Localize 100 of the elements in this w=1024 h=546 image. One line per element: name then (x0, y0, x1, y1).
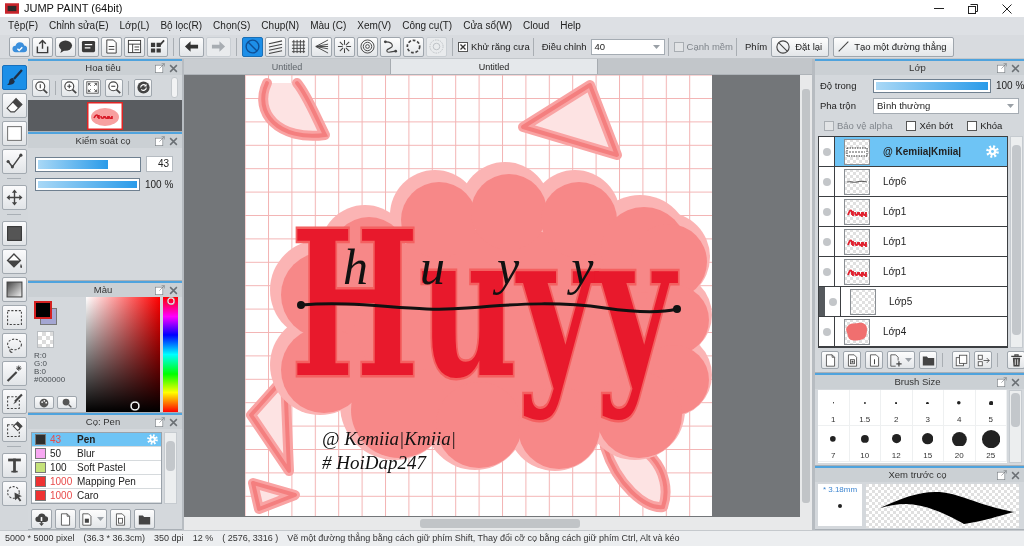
scroll-thumb[interactable] (1012, 145, 1021, 335)
brush-row[interactable]: 100 Soft Pastel (32, 461, 161, 475)
brush-size-option[interactable]: 10 (849, 426, 881, 462)
horizontal-scrollbar[interactable] (184, 517, 812, 530)
line-icon[interactable] (838, 41, 850, 52)
color-field[interactable] (86, 297, 160, 412)
visibility-dot-icon[interactable] (822, 237, 831, 246)
menu-item[interactable]: Cửa sổ(W) (458, 18, 518, 34)
menu-item[interactable]: Help (555, 18, 586, 34)
brush-size-option[interactable]: 1 (818, 390, 850, 426)
menu-item[interactable]: Công cụ(T) (397, 18, 458, 34)
visibility-dot-icon[interactable] (822, 177, 831, 186)
scrollbar[interactable] (1010, 136, 1023, 348)
layer-item[interactable]: Lớp1 (835, 227, 1007, 256)
checkbox[interactable] (967, 121, 978, 131)
brush-tip-icon[interactable] (922, 433, 934, 445)
page-icon[interactable] (82, 512, 95, 526)
vertical-scrollbar[interactable] (800, 75, 812, 517)
brush-row[interactable]: 1000 Mapping Pen (32, 475, 161, 489)
caret-icon[interactable] (1007, 103, 1014, 108)
layer-item[interactable]: Lớp6 (835, 167, 1007, 196)
scroll-thumb[interactable] (802, 89, 810, 503)
brush-tip-icon[interactable] (951, 431, 967, 447)
scrollbar[interactable] (1009, 390, 1022, 463)
undock-icon[interactable] (155, 417, 165, 427)
undock-icon[interactable] (155, 136, 165, 146)
checkbox[interactable] (458, 41, 468, 52)
undock-icon[interactable] (155, 63, 165, 73)
brush-tip-icon[interactable] (830, 436, 837, 442)
adjust-dropdown[interactable]: 40 (590, 38, 665, 55)
brush-row[interactable]: 1000 Caro (32, 489, 161, 503)
magnifier-icon[interactable] (62, 397, 72, 408)
line-button[interactable]: Tạo một đường thẳng (833, 36, 954, 57)
visibility-dot-icon[interactable] (828, 297, 837, 306)
brush-row[interactable]: 50 Blur (32, 447, 161, 461)
slider-fill[interactable] (38, 159, 108, 169)
brush-size-option[interactable]: 4 (944, 390, 976, 426)
document-tab[interactable]: Untitled (184, 59, 391, 74)
brush-tip-icon[interactable] (895, 401, 898, 405)
blend-mode-dropdown[interactable]: Bình thường (873, 97, 1019, 114)
restore-icon[interactable] (968, 3, 978, 14)
hue-slider[interactable] (163, 297, 178, 412)
size-field[interactable]: 43 (146, 156, 173, 172)
layer-item[interactable]: @ Kemiia|Kmiia| (835, 137, 1007, 166)
brush-tip-icon[interactable] (926, 401, 930, 405)
undo-button[interactable] (179, 36, 204, 57)
caret-icon[interactable] (652, 44, 660, 49)
brush-row[interactable]: 43 Pen (32, 433, 161, 447)
menu-item[interactable]: Chỉnh sửa(E) (44, 18, 114, 34)
brush-size-option[interactable]: 15 (912, 426, 944, 462)
menu-item[interactable]: Lớp(L) (114, 18, 155, 34)
brush-size-option[interactable]: 3 (912, 390, 944, 426)
visibility-dot-icon[interactable] (822, 327, 831, 336)
brush-size-option[interactable]: 25 (975, 426, 1007, 462)
no-entry-icon[interactable] (776, 39, 791, 54)
checkbox[interactable] (906, 121, 917, 131)
layer-item[interactable]: Lớp5 (841, 287, 1007, 316)
layer-item[interactable]: Lớp1 (835, 257, 1007, 286)
picker-ring-icon[interactable] (130, 401, 140, 411)
scrollbar[interactable] (164, 432, 177, 504)
menu-item[interactable]: Xem(V) (352, 18, 397, 34)
undock-icon[interactable] (997, 377, 1007, 387)
brush-tip-icon[interactable] (957, 401, 962, 405)
undock-icon[interactable] (997, 470, 1007, 480)
menu-item[interactable]: Tệp(F) (3, 18, 43, 34)
scroll-thumb[interactable] (1011, 393, 1020, 427)
brush-size-option[interactable]: 12 (881, 426, 913, 462)
palette-icon[interactable] (39, 397, 49, 408)
scroll-thumb[interactable] (166, 441, 175, 471)
brush-tip-icon[interactable] (981, 429, 1000, 449)
brush-size-option[interactable]: 7 (818, 426, 850, 462)
brush-size-option[interactable]: 2 (881, 390, 913, 426)
visibility-dot-icon[interactable] (822, 267, 831, 276)
brush-size-option[interactable]: 1.5 (849, 390, 881, 426)
undock-icon[interactable] (997, 63, 1007, 73)
close-icon[interactable] (1002, 3, 1012, 14)
brush-tip-icon[interactable] (860, 435, 869, 443)
visibility-dot-icon[interactable] (822, 207, 831, 216)
undo-arrow-icon[interactable] (184, 39, 199, 54)
menu-item[interactable]: Chụp(N) (256, 18, 305, 34)
scrollbar[interactable] (171, 77, 178, 98)
brush-size-option[interactable]: 20 (944, 426, 976, 462)
undock-icon[interactable] (155, 285, 165, 295)
menu-item[interactable]: Màu (C) (305, 18, 352, 34)
page-menu-button[interactable] (79, 509, 107, 529)
hue-handle-icon[interactable] (166, 297, 175, 305)
visibility-dot-icon[interactable] (822, 147, 831, 156)
navigator-thumbnail[interactable] (87, 101, 123, 130)
menu-item[interactable]: Bộ lọc(R) (155, 18, 208, 34)
add-page-icon[interactable] (890, 353, 903, 367)
brush-tip-icon[interactable] (891, 434, 901, 444)
brush-size-option[interactable]: 5 (975, 390, 1007, 426)
reset-button[interactable]: Đặt lại (771, 36, 830, 57)
size-slider[interactable] (35, 156, 141, 172)
menu-item[interactable]: Cloud (518, 18, 555, 34)
layer-item[interactable]: Lớp4 (835, 317, 1007, 346)
palette-button[interactable] (34, 396, 54, 409)
menu-item[interactable]: Chọn(S) (208, 18, 256, 34)
color-swatch-icon[interactable] (34, 301, 57, 325)
picker-button[interactable] (57, 396, 77, 409)
